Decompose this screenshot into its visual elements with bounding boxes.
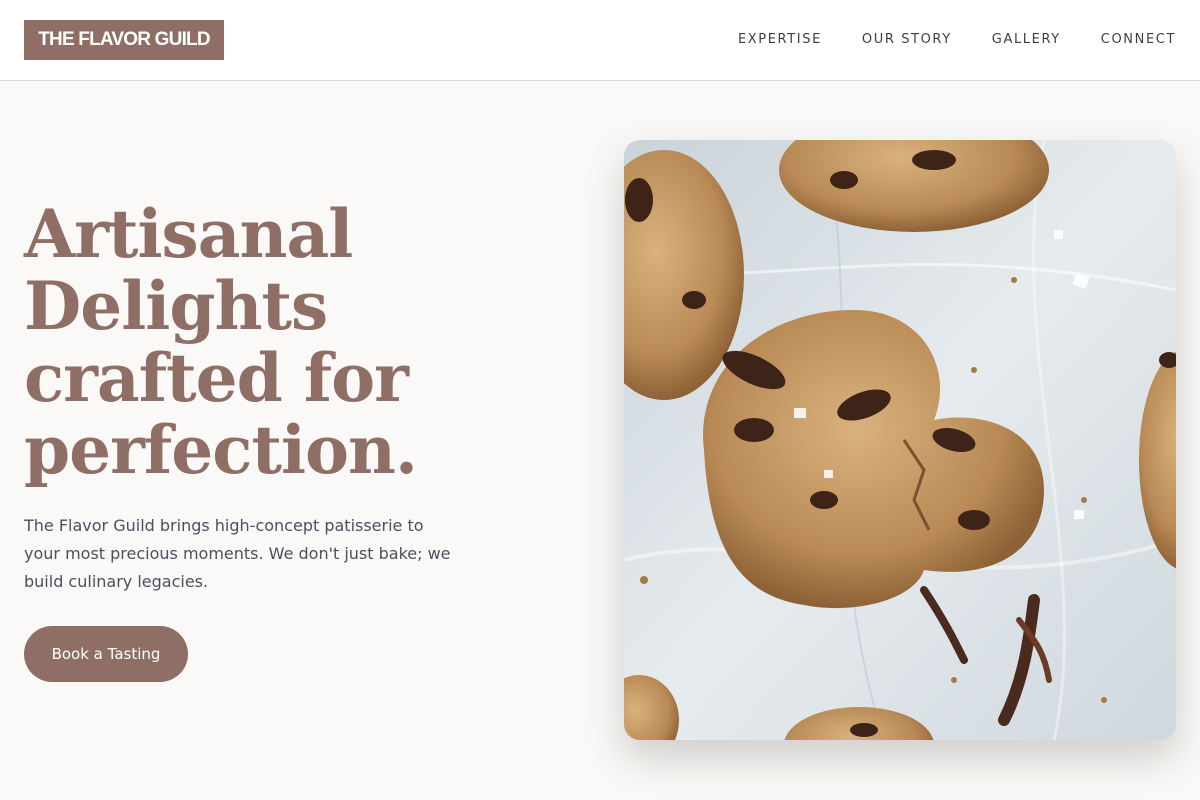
cookies-illustration xyxy=(624,140,1176,740)
nav-link-gallery[interactable]: GALLERY xyxy=(992,31,1061,49)
nav-link-expertise[interactable]: EXPERTISE xyxy=(738,31,822,49)
hero-title-line: Artisanal xyxy=(24,195,353,273)
hero-title-line: crafted for xyxy=(24,339,409,417)
hero-image-cookies xyxy=(624,140,1176,740)
main-nav: EXPERTISE OUR STORY GALLERY CONNECT xyxy=(738,31,1176,49)
hero-description: The Flavor Guild brings high-concept pat… xyxy=(24,516,451,591)
nav-link-connect[interactable]: CONNECT xyxy=(1101,31,1176,49)
site-header: THE FLAVOR GUILD EXPERTISE OUR STORY GAL… xyxy=(0,0,1200,81)
logo[interactable]: THE FLAVOR GUILD xyxy=(24,20,224,60)
nav-link-our-story[interactable]: OUR STORY xyxy=(862,31,952,49)
hero-title: Artisanal Delights crafted for perfectio… xyxy=(24,198,524,486)
hero-title-line: Delights xyxy=(24,267,328,345)
book-tasting-button[interactable]: Book a Tasting xyxy=(24,626,188,682)
hero-title-line: perfection. xyxy=(24,411,418,489)
